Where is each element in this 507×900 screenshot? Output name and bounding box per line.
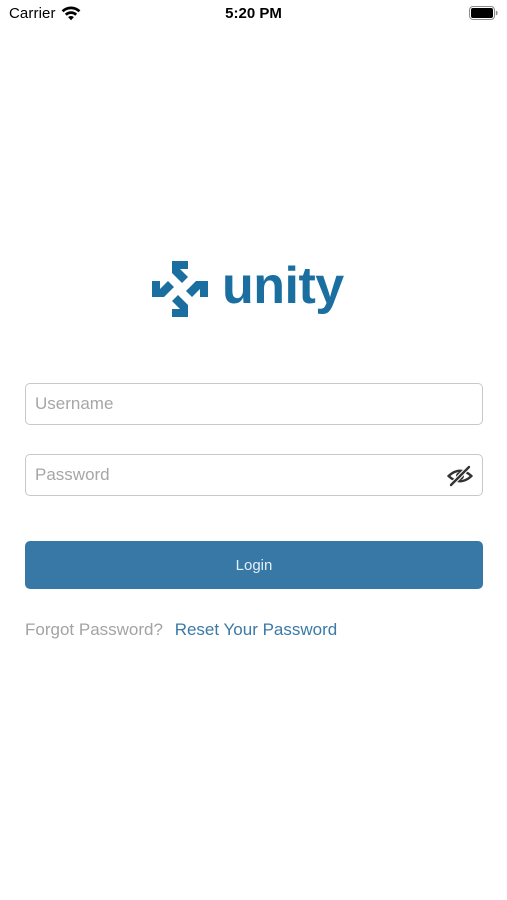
- eye-slash-icon[interactable]: [447, 465, 473, 487]
- login-button[interactable]: Login: [25, 541, 483, 589]
- username-input[interactable]: [26, 384, 482, 424]
- status-time: 5:20 PM: [225, 5, 282, 22]
- unity-wordmark: unity: [222, 257, 344, 315]
- username-field-container: [25, 383, 483, 425]
- status-bar: Carrier 5:20 PM: [0, 0, 507, 28]
- forgot-password-label: Forgot Password?: [25, 620, 163, 639]
- unity-logo: unity: [150, 258, 360, 320]
- forgot-password-row: Forgot Password? Reset Your Password: [25, 620, 337, 642]
- battery-icon: [469, 6, 498, 20]
- reset-password-link[interactable]: Reset Your Password: [175, 620, 338, 639]
- password-input[interactable]: [26, 455, 482, 495]
- unity-logo-mark-icon: [152, 261, 208, 317]
- login-screen: Carrier 5:20 PM unity Username Login For…: [0, 0, 507, 900]
- password-field-container: [25, 454, 483, 496]
